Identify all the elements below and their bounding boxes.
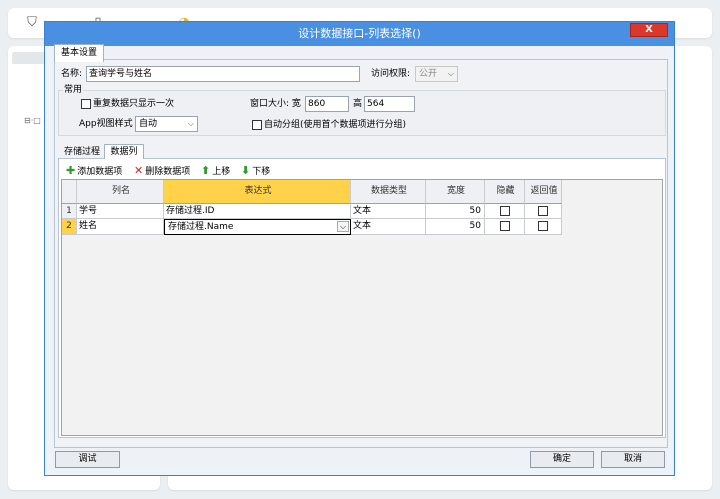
tab-data-columns[interactable]: 数据列 xyxy=(104,144,144,159)
dialog-title: 设计数据接口-列表选择() xyxy=(298,27,421,40)
repeat-only-once-label: 重复数据只显示一次 xyxy=(93,99,175,109)
arrow-down-icon: ⬇ xyxy=(241,164,251,177)
access-select[interactable]: 公开 ⌵ xyxy=(415,66,458,82)
common-group-title: 常用 xyxy=(63,83,84,97)
auto-group-checkbox[interactable] xyxy=(252,120,262,130)
tab-basic-settings[interactable]: 基本设置 xyxy=(54,44,104,62)
grid-corner xyxy=(62,180,77,204)
arrow-up-icon: ⬆ xyxy=(201,164,211,177)
close-button[interactable]: X xyxy=(630,23,668,37)
move-down-button[interactable]: ⬇ 下移 xyxy=(241,163,270,179)
window-size-label: 窗口大小: 宽 xyxy=(250,99,301,109)
delete-icon: ✕ xyxy=(134,164,144,177)
tree-node-icon: ⊟·□ xyxy=(24,116,41,125)
move-down-label: 下移 xyxy=(252,167,271,177)
window-height-input[interactable]: 564 xyxy=(364,96,415,112)
cell-return-value xyxy=(525,204,562,219)
auto-group-label: 自动分组(使用首个数据项进行分组) xyxy=(264,120,407,130)
move-up-button[interactable]: ⬆ 上移 xyxy=(201,163,230,179)
delete-item-label: 删除数据项 xyxy=(145,167,191,177)
cell-expression[interactable]: 存储过程.ID xyxy=(164,204,351,219)
grid-header-width[interactable]: 宽度 xyxy=(426,180,485,204)
repeat-only-once-checkbox[interactable] xyxy=(81,99,91,109)
cell-width[interactable]: 50 xyxy=(426,204,485,219)
shield-icon: ⛉ xyxy=(27,15,37,30)
cell-return-value xyxy=(525,219,562,235)
table-row[interactable]: 2 姓名 存储过程.Name ⌵ 文本 50 xyxy=(62,219,562,235)
app-view-select[interactable]: 自动 ⌵ xyxy=(135,116,198,132)
hidden-checkbox[interactable] xyxy=(499,221,510,231)
app-view-select-value: 自动 xyxy=(139,119,158,129)
grid-header-row: 列名 表达式 数据类型 宽度 隐藏 返回值 xyxy=(62,180,562,204)
cell-width[interactable]: 50 xyxy=(426,219,485,235)
grid-header-name[interactable]: 列名 xyxy=(77,180,164,204)
chevron-down-icon: ⌵ xyxy=(447,69,454,78)
cell-expression-value: 存储过程.Name xyxy=(168,222,234,232)
access-select-value: 公开 xyxy=(419,69,438,79)
name-label: 名称: xyxy=(61,69,83,79)
chevron-down-icon: ⌵ xyxy=(187,119,194,128)
cell-hidden xyxy=(485,204,525,219)
row-number: 1 xyxy=(62,204,77,219)
dialog-titlebar[interactable]: 设计数据接口-列表选择() X xyxy=(45,22,674,46)
name-input[interactable]: 查询学号与姓名 xyxy=(86,66,360,82)
cell-name[interactable]: 姓名 xyxy=(77,219,164,235)
plus-icon: ✚ xyxy=(66,164,76,177)
cell-data-type[interactable]: 文本 xyxy=(351,204,426,219)
return-value-checkbox[interactable] xyxy=(538,221,548,231)
window-height-label: 高 xyxy=(353,99,363,109)
debug-button[interactable]: 调试 xyxy=(55,451,120,468)
table-row[interactable]: 1 学号 存储过程.ID 文本 50 xyxy=(62,204,562,219)
add-item-button[interactable]: ✚ 添加数据项 xyxy=(66,163,122,179)
move-up-label: 上移 xyxy=(212,167,231,177)
app-view-label: App视图样式 xyxy=(79,119,133,129)
access-label: 访问权限: xyxy=(371,69,411,79)
cell-name[interactable]: 学号 xyxy=(77,204,164,219)
hidden-checkbox[interactable] xyxy=(499,206,510,216)
cell-hidden xyxy=(485,219,525,235)
add-item-label: 添加数据项 xyxy=(77,167,123,177)
chevron-down-icon[interactable]: ⌵ xyxy=(337,221,349,232)
grid-header-expression[interactable]: 表达式 xyxy=(164,180,351,204)
grid-header-data-type[interactable]: 数据类型 xyxy=(351,180,426,204)
tab-stored-procedure[interactable]: 存储过程 xyxy=(60,145,104,160)
cell-expression-editor[interactable]: 存储过程.Name ⌵ xyxy=(164,219,351,235)
grid-header-hidden[interactable]: 隐藏 xyxy=(485,180,525,204)
cell-data-type[interactable]: 文本 xyxy=(351,219,426,235)
window-width-input[interactable]: 860 xyxy=(305,96,349,112)
delete-item-button[interactable]: ✕ 删除数据项 xyxy=(134,163,190,179)
data-columns-grid: 列名 表达式 数据类型 宽度 隐藏 返回值 1 学号 存储过程.ID 文本 50… xyxy=(61,179,663,436)
ok-button[interactable]: 确定 xyxy=(530,451,594,468)
row-number: 2 xyxy=(62,219,77,235)
return-value-checkbox[interactable] xyxy=(538,206,548,216)
cancel-button[interactable]: 取消 xyxy=(601,451,665,468)
grid-header-return-value[interactable]: 返回值 xyxy=(525,180,562,204)
